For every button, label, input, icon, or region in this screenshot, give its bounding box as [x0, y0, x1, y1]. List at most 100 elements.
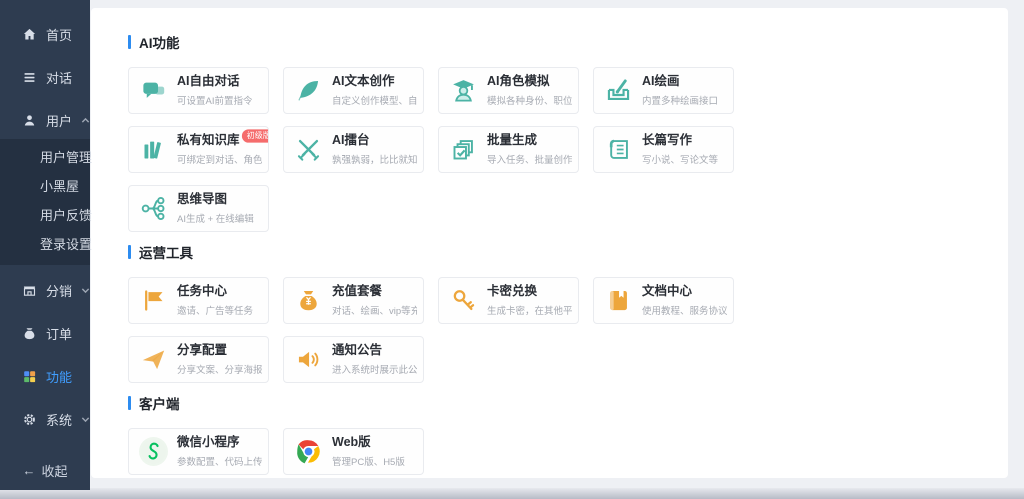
feature-card[interactable]: 思维导图 AI生成 + 在线编辑 — [128, 185, 269, 232]
sidebar-item-label: 系统 — [46, 412, 73, 428]
chat-icon — [139, 76, 168, 105]
sidebar-item-shop[interactable]: 分销 — [0, 272, 90, 308]
card-text: AI绘画 内置多种绘画接口 — [642, 74, 718, 107]
section: 运营工具任务中心邀请、广告等任务 充值套餐对话、绘画、vip等充值套餐 卡密兑换生成… — [128, 242, 988, 383]
sidebar-item-gear[interactable]: 系统 — [0, 401, 90, 437]
sidebar-item-home[interactable]: 首页 — [0, 16, 90, 52]
feature-card[interactable]: AI擂台孰强孰弱，比比就知道 — [283, 126, 424, 173]
card-text: 分享配置分享文案、分享海报等 — [177, 343, 262, 376]
books-icon — [139, 135, 168, 164]
feature-card[interactable]: 通知公告进入系统时展示此公告 — [283, 336, 424, 383]
sidebar-subitem[interactable]: 登录设置 — [0, 230, 92, 259]
card-text: 通知公告进入系统时展示此公告 — [332, 343, 417, 376]
collapse-arrow-icon: ← — [22, 462, 36, 478]
paint-icon — [604, 76, 633, 105]
sidebar-item-features[interactable]: 功能 — [0, 358, 90, 394]
card-title-text: AI自由对话 — [177, 74, 240, 89]
feature-card[interactable]: 分享配置分享文案、分享海报等 — [128, 336, 269, 383]
sidebar-item-label: 分销 — [46, 283, 73, 299]
card-text: 微信小程序参数配置、代码上传等 — [177, 435, 262, 468]
card-subtitle: 生成卡密，在其他平台销售 — [487, 305, 572, 317]
card-text: 任务中心邀请、广告等任务 — [177, 284, 253, 317]
sidebar-submenu: 用户管理 小黑屋 用户反馈 登录设置 — [0, 139, 92, 265]
card-text: AI角色模拟模拟各种身份、职位、专家 — [487, 74, 572, 107]
feature-card[interactable]: 任务中心邀请、广告等任务 — [128, 277, 269, 324]
collapse-sidebar-button[interactable]: ← 收起 — [0, 450, 90, 490]
card-text: 充值套餐对话、绘画、vip等充值套餐 — [332, 284, 417, 317]
feature-card[interactable]: AI角色模拟模拟各种身份、职位、专家 — [438, 67, 579, 114]
sidebar-item-label: 对话 — [46, 70, 73, 86]
card-title: Web版 — [332, 435, 405, 451]
card-grid: 微信小程序参数配置、代码上传等 Web版管理PC版、H5版 — [128, 428, 753, 475]
card-text: 长篇写作 写小说、写论文等 — [642, 133, 718, 166]
card-text: 文档中心使用教程、服务协议等 — [642, 284, 727, 317]
gear-icon — [22, 412, 37, 427]
section-header: 运营工具 — [128, 242, 988, 262]
caret-up-icon — [81, 116, 90, 125]
feature-card[interactable]: 微信小程序参数配置、代码上传等 — [128, 428, 269, 475]
card-title: 充值套餐 — [332, 284, 417, 300]
key-icon — [449, 286, 478, 315]
features-icon — [22, 369, 37, 384]
feature-card[interactable]: 卡密兑换生成卡密，在其他平台销售 — [438, 277, 579, 324]
sidebar-item-list[interactable]: 对话 — [0, 59, 90, 95]
card-title-text: AI擂台 — [332, 133, 370, 148]
list-icon — [22, 70, 37, 85]
card-title: AI文本创作 — [332, 74, 417, 90]
collapse-label: 收起 — [41, 463, 68, 479]
card-title-text: 通知公告 — [332, 343, 383, 358]
card-title: 卡密兑换 — [487, 284, 572, 300]
main-panel: AI功能 AI自由对话可设置AI前置指令 AI文本创作自定义创作模型、自由发挥 AI角… — [91, 8, 1008, 478]
sidebar-item-label: 功能 — [46, 369, 73, 385]
card-subtitle: 导入任务、批量创作 — [487, 154, 572, 166]
feature-card[interactable]: AI自由对话可设置AI前置指令 — [128, 67, 269, 114]
batch-icon — [449, 135, 478, 164]
card-subtitle: 进入系统时展示此公告 — [332, 364, 417, 376]
sidebar-subitem[interactable]: 用户反馈 — [0, 201, 92, 230]
feature-card[interactable]: AI文本创作自定义创作模型、自由发挥 — [283, 67, 424, 114]
feature-card[interactable]: 充值套餐对话、绘画、vip等充值套餐 — [283, 277, 424, 324]
card-title: 思维导图 — [177, 192, 254, 208]
card-title-text: AI绘画 — [642, 74, 680, 89]
feature-card[interactable]: 私有知识库初级版可绑定到对话、角色等 — [128, 126, 269, 173]
sidebar-item-moneybag-side[interactable]: 订单 — [0, 315, 90, 351]
card-title-text: 私有知识库 — [177, 133, 240, 148]
card-grid: 任务中心邀请、广告等任务 充值套餐对话、绘画、vip等充值套餐 卡密兑换生成卡密，在… — [128, 277, 753, 383]
flag-icon — [139, 286, 168, 315]
card-subtitle: 写小说、写论文等 — [642, 154, 719, 166]
card-title-text: 卡密兑换 — [487, 284, 538, 299]
book-icon — [604, 286, 633, 315]
feature-card[interactable]: 文档中心使用教程、服务协议等 — [593, 277, 734, 324]
moneybag-icon — [294, 286, 323, 315]
mindmap-icon — [139, 194, 168, 223]
sidebar-subitem[interactable]: 用户管理 — [0, 143, 92, 172]
card-title-text: AI文本创作 — [332, 74, 395, 89]
moneybag-side-icon — [22, 326, 37, 341]
feature-card[interactable]: 长篇写作 写小说、写论文等 — [593, 126, 734, 173]
card-subtitle: 自定义创作模型、自由发挥 — [332, 95, 417, 107]
card-text: 私有知识库初级版可绑定到对话、角色等 — [177, 129, 268, 166]
card-subtitle: 可绑定到对话、角色等 — [177, 154, 262, 166]
section: 客户端微信小程序参数配置、代码上传等 Web版管理PC版、H5版 — [128, 393, 988, 475]
horn-icon — [294, 345, 323, 374]
caret-down-icon — [81, 415, 90, 424]
card-subtitle: 模拟各种身份、职位、专家 — [487, 95, 572, 107]
card-subtitle: 邀请、广告等任务 — [177, 305, 254, 317]
card-text: Web版 管理PC版、H5版 — [332, 435, 405, 468]
feature-card[interactable]: 批量生成 导入任务、批量创作 — [438, 126, 579, 173]
card-title-text: 微信小程序 — [177, 435, 240, 450]
sidebar: 首页 对话 用户 用户管理 小黑屋 用户反馈 登录设置 分销 订单 功能 系统 ← 收起 — [0, 0, 92, 490]
card-title-text: 充值套餐 — [332, 284, 383, 299]
card-subtitle: 可设置AI前置指令 — [177, 95, 253, 107]
card-text: 批量生成 导入任务、批量创作 — [487, 133, 572, 166]
sidebar-subitem[interactable]: 小黑屋 — [0, 172, 90, 201]
wechat-mini-icon — [139, 437, 168, 466]
card-subtitle: 孰强孰弱，比比就知道 — [332, 154, 417, 166]
feature-card[interactable]: AI绘画 内置多种绘画接口 — [593, 67, 734, 114]
card-title: 分享配置 — [177, 343, 262, 359]
card-title-text: 任务中心 — [177, 284, 228, 299]
chrome-icon — [294, 437, 323, 466]
plane-icon — [139, 345, 168, 374]
sidebar-item-user[interactable]: 用户 — [0, 102, 90, 138]
feature-card[interactable]: Web版 管理PC版、H5版 — [283, 428, 424, 475]
